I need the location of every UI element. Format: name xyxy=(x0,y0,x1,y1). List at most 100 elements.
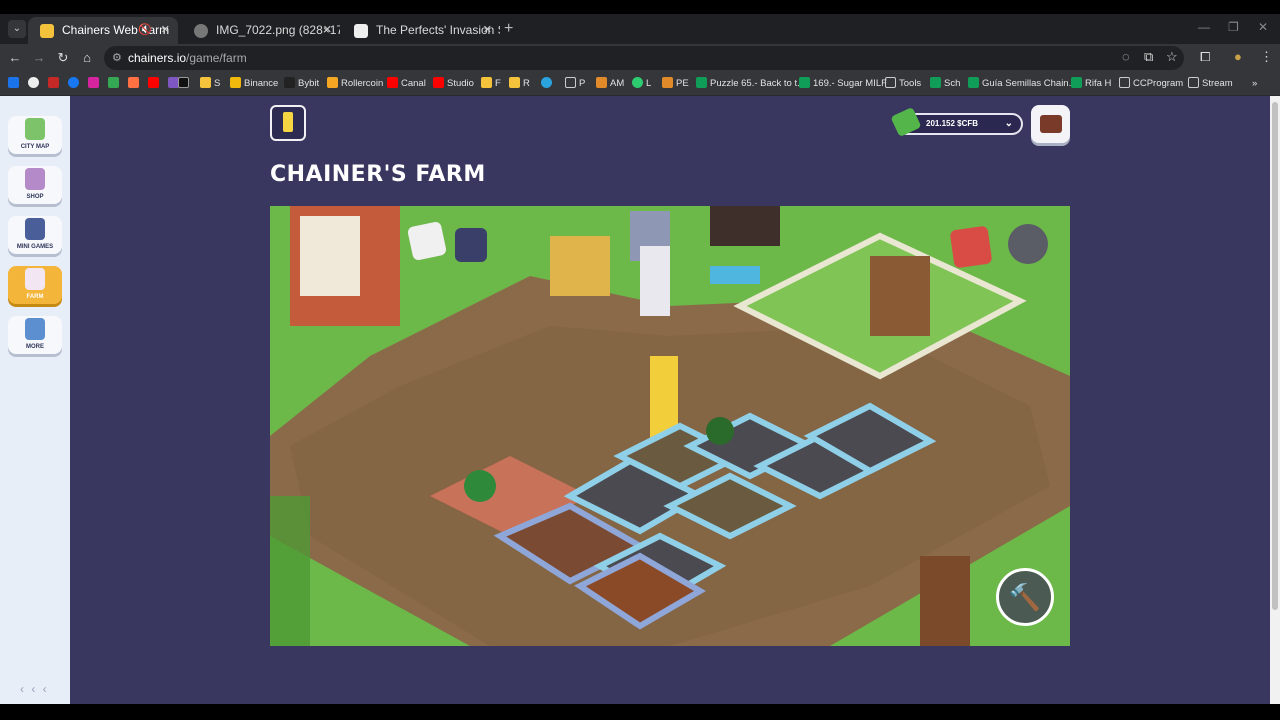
bookmark-circle-icon[interactable] xyxy=(28,76,42,92)
bookmark-label: PE xyxy=(676,78,689,89)
bookmark-canal[interactable]: Canal xyxy=(387,76,426,92)
minimize-icon[interactable]: — xyxy=(1198,20,1210,34)
bookmark-drive-icon[interactable] xyxy=(108,76,122,92)
forward-icon[interactable]: → xyxy=(30,49,48,67)
bookmark-sch[interactable]: Sch xyxy=(930,76,960,92)
bookmark-puzzle[interactable]: Puzzle 65.- Back to t... xyxy=(696,76,805,92)
bookmark-tools[interactable]: Tools xyxy=(885,76,921,92)
close-tab-icon[interactable]: ✕ xyxy=(161,17,170,44)
settings-gear-icon[interactable] xyxy=(1008,224,1048,264)
chest-icon xyxy=(1040,115,1062,133)
bookmark-ccprogram[interactable]: CCProgram xyxy=(1119,76,1183,92)
top-strip xyxy=(0,0,1280,14)
sidebar-item-shop[interactable]: SHOP xyxy=(8,166,62,204)
close-tab-icon[interactable]: ✕ xyxy=(483,17,492,44)
bookmark-telegram-icon[interactable] xyxy=(541,76,555,92)
bookmark-sugar[interactable]: 169.- Sugar MILF xyxy=(799,76,887,92)
extensions-icon[interactable]: ⧠ xyxy=(1200,49,1210,65)
sidebar-item-label: MORE xyxy=(26,344,44,350)
home-icon[interactable]: ⌂ xyxy=(78,49,96,67)
robot-icon[interactable] xyxy=(455,228,487,262)
mute-icon[interactable]: 🔇 xyxy=(138,17,152,44)
bookmark-rollercoin[interactable]: Rollercoin xyxy=(327,76,383,92)
url-path: /game/farm xyxy=(186,51,247,65)
sidebar-item-more[interactable]: MORE xyxy=(8,316,62,354)
bookmark-label: Bybit xyxy=(298,78,320,89)
bookmark-bybit[interactable]: Bybit xyxy=(284,76,319,92)
close-tab-icon[interactable]: ✕ xyxy=(323,17,332,44)
bookmark-label: AM xyxy=(610,78,625,89)
profile-icon[interactable]: ● xyxy=(1234,49,1242,64)
page-title: CHAINER'S FARM xyxy=(270,162,486,187)
chainers-favicon-icon xyxy=(40,24,54,38)
bookmark-red-icon[interactable] xyxy=(48,76,62,92)
bookmark-label: Studio xyxy=(447,78,474,89)
bookmark-label: Tools xyxy=(899,78,922,89)
tab-search-icon[interactable]: ⌄ xyxy=(8,20,26,38)
bookmark-binance[interactable]: Binance xyxy=(230,76,278,92)
eye-off-icon[interactable]: ◌ xyxy=(1122,49,1130,64)
scrollbar[interactable] xyxy=(1270,96,1280,704)
bookmark-folder-p[interactable]: P xyxy=(565,76,585,92)
reload-icon[interactable]: ↻ xyxy=(54,49,72,67)
install-icon[interactable]: ⧉ xyxy=(1144,49,1153,65)
bookmark-rifa[interactable]: Rifa H xyxy=(1071,76,1111,92)
sidebar-item-label: SHOP xyxy=(26,194,44,200)
bookmarks-bar: S Binance Bybit Rollercoin Canal Studio … xyxy=(0,72,1280,96)
address-bar[interactable]: ⚙ chainers.io/game/farm xyxy=(104,46,1184,70)
scrollbar-thumb[interactable] xyxy=(1272,102,1278,610)
bookmarks-overflow-icon[interactable]: » xyxy=(1252,76,1257,92)
blender-icon[interactable] xyxy=(406,220,448,262)
site-info-icon[interactable]: ⚙ xyxy=(112,46,122,70)
gamepad-icon xyxy=(25,218,45,240)
sidebar-item-city-map[interactable]: CITY MAP xyxy=(8,116,62,154)
bookmark-instagram-icon[interactable] xyxy=(88,76,102,92)
bookmark-am[interactable]: AM xyxy=(596,76,624,92)
back-icon[interactable]: ← xyxy=(6,49,24,67)
bookmark-x-icon[interactable] xyxy=(178,76,192,92)
tab-title: IMG_7022.png (828×1792) xyxy=(216,23,340,37)
bookmark-star-icon[interactable]: ☆ xyxy=(1166,49,1178,65)
tab-title: The Perfects' Invasion Sprint #0 xyxy=(376,23,500,37)
bookmark-label: Sch xyxy=(944,78,961,89)
collapse-sidebar-button[interactable]: ‹ ‹ ‹ xyxy=(20,682,49,696)
menu-icon[interactable]: ⋮ xyxy=(1260,49,1273,65)
farm-game-canvas[interactable]: 🔨 xyxy=(270,206,1070,646)
balance-dropdown[interactable]: 201.152 $CFB ⌄ xyxy=(890,106,1023,138)
bookmark-guia[interactable]: Guía Semillas Chain... xyxy=(968,76,1077,92)
bookmark-studio[interactable]: Studio xyxy=(433,76,474,92)
bookmark-f[interactable]: F xyxy=(481,76,501,92)
bookmark-label: Binance xyxy=(244,78,279,89)
bookmark-label: Rifa H xyxy=(1085,78,1112,89)
cash-icon xyxy=(890,106,922,138)
bookmark-facebook-icon[interactable] xyxy=(68,76,82,92)
bookmark-r[interactable]: R xyxy=(509,76,530,92)
bookmark-app-icon[interactable] xyxy=(128,76,142,92)
tab-chainers[interactable]: Chainers Web Farm 🔇 ✕ xyxy=(28,17,178,44)
close-window-icon[interactable]: ✕ xyxy=(1258,20,1268,34)
bookmark-label: Canal xyxy=(401,78,426,89)
bookmark-label: Puzzle 65.- Back to t... xyxy=(710,78,806,89)
bookmark-youtube-icon[interactable] xyxy=(148,76,162,92)
new-tab-icon[interactable]: + xyxy=(504,20,513,38)
bookmark-label: 169.- Sugar MILF xyxy=(813,78,887,89)
maximize-icon[interactable]: ❐ xyxy=(1228,20,1239,34)
bookmark-outlook-icon[interactable] xyxy=(8,76,22,92)
bookmark-s[interactable]: S xyxy=(200,76,220,92)
sidebar-item-mini-games[interactable]: MINI GAMES xyxy=(8,216,62,254)
url-host: chainers.io xyxy=(128,51,187,65)
bookmark-stream[interactable]: Stream xyxy=(1188,76,1233,92)
bookmark-pe[interactable]: PE xyxy=(662,76,689,92)
sidebar-item-label: CITY MAP xyxy=(20,144,50,150)
bookmark-l[interactable]: L xyxy=(632,76,651,92)
cow-icon xyxy=(25,268,45,290)
build-hammer-button[interactable]: 🔨 xyxy=(996,568,1054,626)
avatar[interactable] xyxy=(270,105,306,141)
sidebar-item-farm[interactable]: FARM xyxy=(8,266,62,304)
sidebar-item-label: MINI GAMES xyxy=(16,244,54,250)
bottom-strip xyxy=(0,704,1280,720)
barn-icon[interactable] xyxy=(949,225,993,269)
inventory-button[interactable] xyxy=(1031,105,1070,143)
tab-image[interactable]: IMG_7022.png (828×1792) ✕ xyxy=(182,17,340,44)
tab-perfects[interactable]: The Perfects' Invasion Sprint #0 ✕ xyxy=(342,17,500,44)
